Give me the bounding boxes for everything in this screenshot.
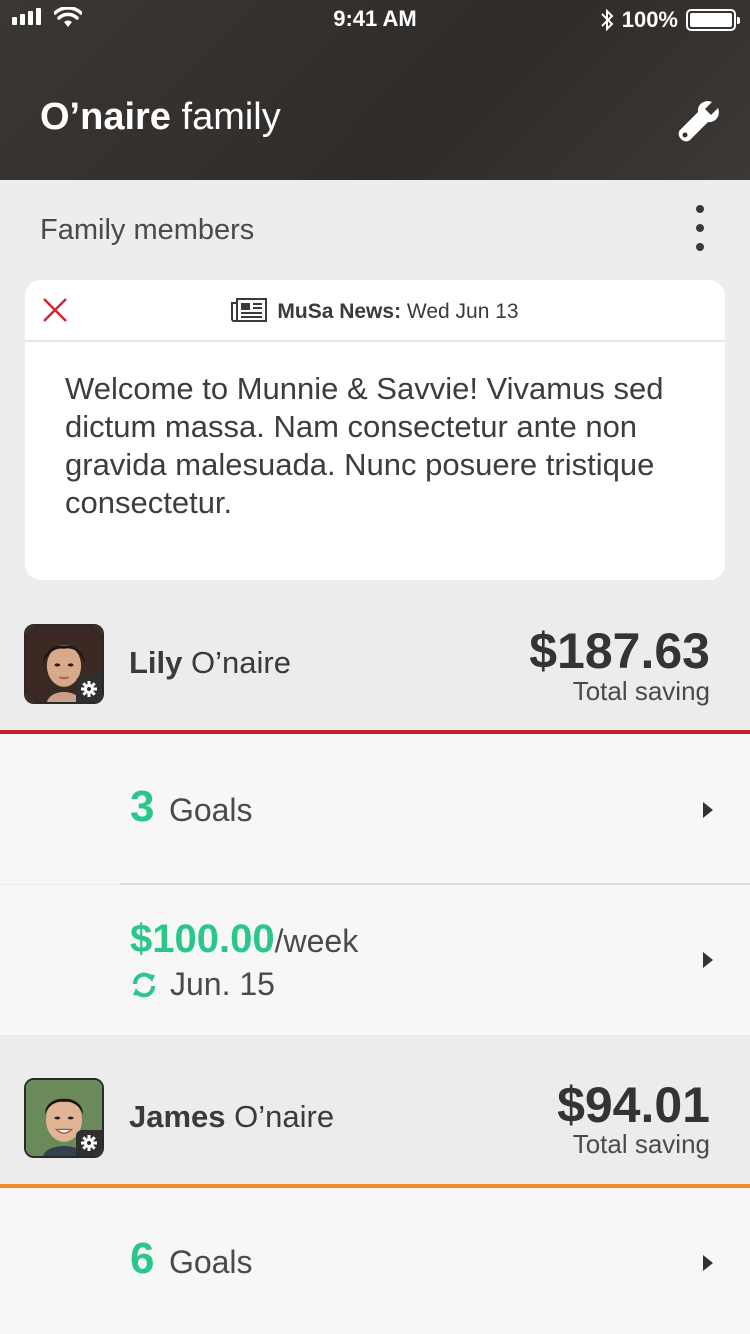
title-family-name: O’naire	[40, 96, 171, 138]
chevron-right-icon	[703, 802, 713, 818]
next-date: Jun. 15	[170, 966, 275, 1002]
news-body: Welcome to Munnie & Savvie! Vivamus sed …	[65, 371, 664, 520]
page-title: O’naire family	[40, 96, 281, 139]
app-header: 9:41 AM 100% O’naire family	[0, 0, 750, 180]
goals-label: Goals	[168, 1244, 253, 1280]
allowance-amount: $100.00	[130, 917, 275, 961]
newspaper-icon	[231, 298, 268, 322]
gear-icon[interactable]	[76, 676, 102, 702]
member-total: $94.01	[557, 1077, 710, 1133]
avatar-lily[interactable]	[24, 624, 104, 704]
status-bar: 9:41 AM 100%	[0, 0, 750, 40]
title-suffix: family	[181, 96, 281, 138]
allowance-summary: $100.00/week Jun. 15	[130, 917, 358, 1003]
allowance-period: /week	[274, 923, 359, 959]
allowance-row-lily[interactable]: $100.00/week Jun. 15	[0, 885, 750, 1035]
member-row-james[interactable]: James O’naire $94.01 Total saving	[0, 1035, 750, 1185]
news-card-header: MuSa News: Wed Jun 13	[25, 280, 725, 342]
member-first-name: Lily	[129, 645, 183, 680]
goals-summary: 6 Goals	[130, 1234, 253, 1284]
goals-summary: 3 Goals	[130, 782, 253, 832]
wrench-icon[interactable]	[678, 98, 722, 142]
more-options-icon[interactable]	[690, 205, 710, 257]
refresh-icon	[133, 972, 155, 997]
gear-icon[interactable]	[76, 1130, 102, 1156]
member-name: Lily O’naire	[129, 645, 291, 681]
goals-row-james[interactable]: 6 Goals	[0, 1188, 750, 1334]
news-source: MuSa News:	[277, 300, 402, 323]
battery-icon	[686, 9, 740, 31]
member-first-name: James	[129, 1099, 226, 1134]
member-last-name: O’naire	[191, 645, 291, 680]
goals-count: 3	[130, 782, 155, 831]
goals-label: Goals	[168, 792, 253, 828]
news-card: MuSa News: Wed Jun 13 Welcome to Munnie …	[25, 280, 725, 580]
news-label: MuSa News: Wed Jun 13	[25, 298, 725, 324]
goals-row-lily[interactable]: 3 Goals	[0, 734, 750, 884]
app-screen: 9:41 AM 100% O’naire family Family membe…	[0, 0, 750, 1334]
member-name: James O’naire	[129, 1099, 334, 1135]
member-total-label: Total saving	[572, 676, 710, 706]
bluetooth-icon	[601, 8, 614, 32]
battery-percent: 100%	[621, 7, 678, 32]
member-row-lily[interactable]: Lily O’naire $187.63 Total saving	[0, 600, 750, 710]
member-last-name: O’naire	[234, 1099, 335, 1134]
member-total: $187.63	[529, 623, 710, 679]
section-title: Family members	[40, 214, 255, 246]
member-total-label: Total saving	[572, 1129, 710, 1159]
news-date: Wed Jun 13	[406, 300, 519, 323]
chevron-right-icon	[703, 952, 713, 968]
chevron-right-icon	[703, 1255, 713, 1271]
goals-count: 6	[130, 1234, 155, 1283]
avatar-james[interactable]	[24, 1078, 104, 1158]
